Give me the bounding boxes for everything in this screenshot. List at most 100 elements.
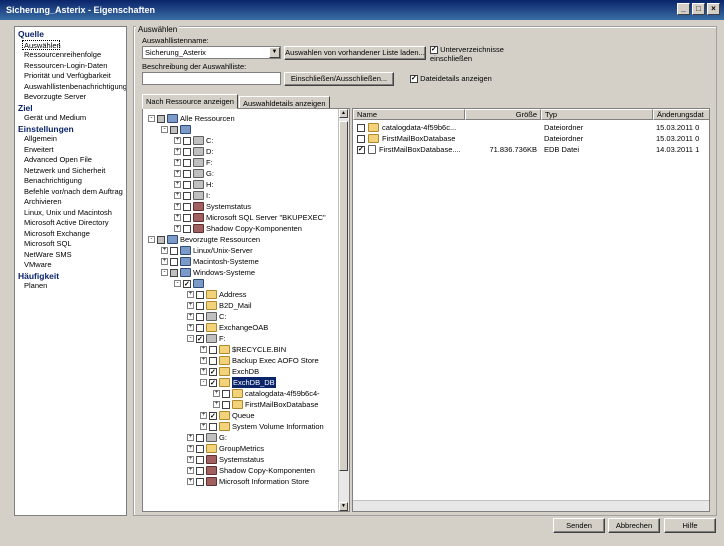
cancel-button[interactable]: Abbrechen [608, 518, 660, 533]
send-button[interactable]: Senden [553, 518, 605, 533]
tree-node[interactable]: + Systemstatus [187, 454, 264, 465]
tree-checkbox[interactable] [183, 158, 191, 167]
tree-node[interactable]: - ExchDB_DB [200, 377, 276, 389]
tree-checkbox[interactable] [183, 147, 191, 156]
tree-node[interactable]: + Shadow Copy-Komponenten [187, 465, 315, 476]
expand-icon[interactable]: + [213, 390, 220, 397]
col-type[interactable]: Typ [541, 109, 653, 120]
scroll-down-icon[interactable]: ▼ [339, 502, 348, 511]
tree-node[interactable]: + Microsoft SQL Server "BKUPEXEC" [174, 212, 326, 223]
tree-checkbox[interactable] [209, 378, 217, 389]
expand-icon[interactable]: + [174, 170, 181, 177]
expand-icon[interactable]: + [187, 456, 194, 463]
expand-icon[interactable]: + [200, 412, 207, 419]
nav-item[interactable]: Microsoft SQL [15, 239, 126, 250]
expand-icon[interactable]: + [174, 148, 181, 155]
tree-node[interactable]: - Windows-Systeme [161, 267, 255, 278]
tree-node[interactable]: + Backup Exec AOFO Store [200, 355, 319, 366]
tree-node[interactable]: + System Volume Information [200, 421, 324, 432]
tree-checkbox[interactable] [209, 411, 217, 422]
tree-node[interactable]: - [174, 278, 206, 290]
nav-item[interactable]: Advanced Open File [15, 155, 126, 166]
expand-icon[interactable]: + [200, 346, 207, 353]
tree-node[interactable]: + FirstMailBoxDatabase [213, 399, 318, 410]
nav-item[interactable]: Planen [15, 281, 126, 292]
tree-checkbox[interactable] [196, 312, 204, 321]
row-checkbox[interactable] [357, 123, 365, 132]
expand-icon[interactable]: + [174, 192, 181, 199]
expand-icon[interactable]: + [187, 302, 194, 309]
tree-checkbox[interactable] [183, 224, 191, 233]
row-checkbox[interactable] [357, 134, 365, 143]
details-checkbox[interactable]: Dateidetails anzeigen [410, 74, 492, 84]
tree-checkbox[interactable] [196, 477, 204, 486]
tree-checkbox[interactable] [196, 444, 204, 453]
nav-item[interactable]: Archivieren [15, 197, 126, 208]
details-check[interactable] [410, 74, 418, 84]
resource-tree[interactable]: ▲ ▼ - Alle Ressourcen - + C: + D: + F: + G: + H: + I: +… [142, 108, 350, 512]
tree-checkbox[interactable] [170, 268, 178, 277]
nav-item[interactable]: Befehle vor/nach dem Auftrag [15, 187, 126, 198]
collapse-icon[interactable]: - [187, 335, 194, 342]
expand-icon[interactable]: + [174, 225, 181, 232]
nav-item[interactable]: Gerät und Medium [15, 113, 126, 124]
nav-item[interactable]: Bevorzugte Server [15, 92, 126, 103]
tree-node[interactable]: + G: [174, 168, 214, 179]
tree-checkbox[interactable] [222, 389, 230, 398]
row-checkbox[interactable] [357, 145, 365, 154]
tree-node[interactable]: - [161, 124, 193, 135]
help-button[interactable]: Hilfe [664, 518, 716, 533]
expand-icon[interactable]: + [200, 368, 207, 375]
tree-checkbox[interactable] [183, 136, 191, 145]
tree-checkbox[interactable] [196, 323, 204, 332]
tree-node[interactable]: + Address [187, 289, 247, 300]
tree-scroll-thumb[interactable] [339, 121, 348, 471]
expand-icon[interactable]: + [187, 434, 194, 441]
nav-item[interactable]: Auswahllistenbenachrichtigung [15, 82, 126, 93]
expand-icon[interactable]: + [161, 258, 168, 265]
nav-item[interactable]: Linux, Unix und Macintosh [15, 208, 126, 219]
nav-item[interactable]: Auswählen [22, 39, 61, 50]
tree-checkbox[interactable] [209, 356, 217, 365]
tree-node[interactable]: + $RECYCLE.BIN [200, 344, 286, 355]
tree-node[interactable]: + F: [174, 157, 213, 168]
tree-checkbox[interactable] [183, 191, 191, 200]
chevron-down-icon[interactable]: ▼ [269, 47, 280, 58]
window-titlebar[interactable]: Sicherung_Asterix - Eigenschaften _ □ × [0, 0, 724, 20]
tree-node[interactable]: - Bevorzugte Ressourcen [148, 234, 260, 245]
list-row[interactable]: FirstMailBoxDatabase.... 71.836.736KB EDB … [353, 144, 709, 155]
minimize-button[interactable]: _ [677, 3, 690, 15]
tree-checkbox[interactable] [183, 279, 191, 290]
tree-node[interactable]: - Alle Ressourcen [148, 113, 235, 124]
tree-checkbox[interactable] [170, 125, 178, 134]
expand-icon[interactable]: + [200, 423, 207, 430]
nav-item[interactable]: Benachrichtigung [15, 176, 126, 187]
expand-icon[interactable]: + [187, 445, 194, 452]
nav-item[interactable]: NetWare SMS [15, 250, 126, 261]
nav-item[interactable]: Allgemein [15, 134, 126, 145]
expand-icon[interactable]: + [200, 357, 207, 364]
nav-item[interactable]: Microsoft Active Directory [15, 218, 126, 229]
expand-icon[interactable]: + [174, 159, 181, 166]
col-name[interactable]: Name [353, 109, 465, 120]
expand-icon[interactable]: + [174, 214, 181, 221]
collapse-icon[interactable]: - [174, 280, 181, 287]
maximize-button[interactable]: □ [692, 3, 705, 15]
collapse-icon[interactable]: - [148, 236, 155, 243]
collapse-icon[interactable]: - [161, 126, 168, 133]
load-from-list-button[interactable]: Auswahlen von vorhandener Liste laden... [284, 46, 426, 60]
expand-icon[interactable]: + [161, 247, 168, 254]
tree-checkbox[interactable] [157, 235, 165, 244]
nav-item[interactable]: Ressourcenreihenfolge [15, 50, 126, 61]
tree-node[interactable]: + B2D_Mail [187, 300, 252, 311]
tree-node[interactable]: + Microsoft Information Store [187, 476, 309, 487]
tree-node[interactable]: + D: [174, 146, 214, 157]
tree-checkbox[interactable] [222, 400, 230, 409]
tree-checkbox[interactable] [196, 334, 204, 345]
collapse-icon[interactable]: - [200, 379, 207, 386]
expand-icon[interactable]: + [174, 203, 181, 210]
list-row[interactable]: FirstMailBoxDatabase Dateiordner 15.03.201… [353, 133, 709, 144]
list-row[interactable]: catalogdata-4f59b6c... Dateiordner 15.03.2… [353, 122, 709, 133]
tree-checkbox[interactable] [196, 433, 204, 442]
col-size[interactable]: Größe [465, 109, 541, 120]
